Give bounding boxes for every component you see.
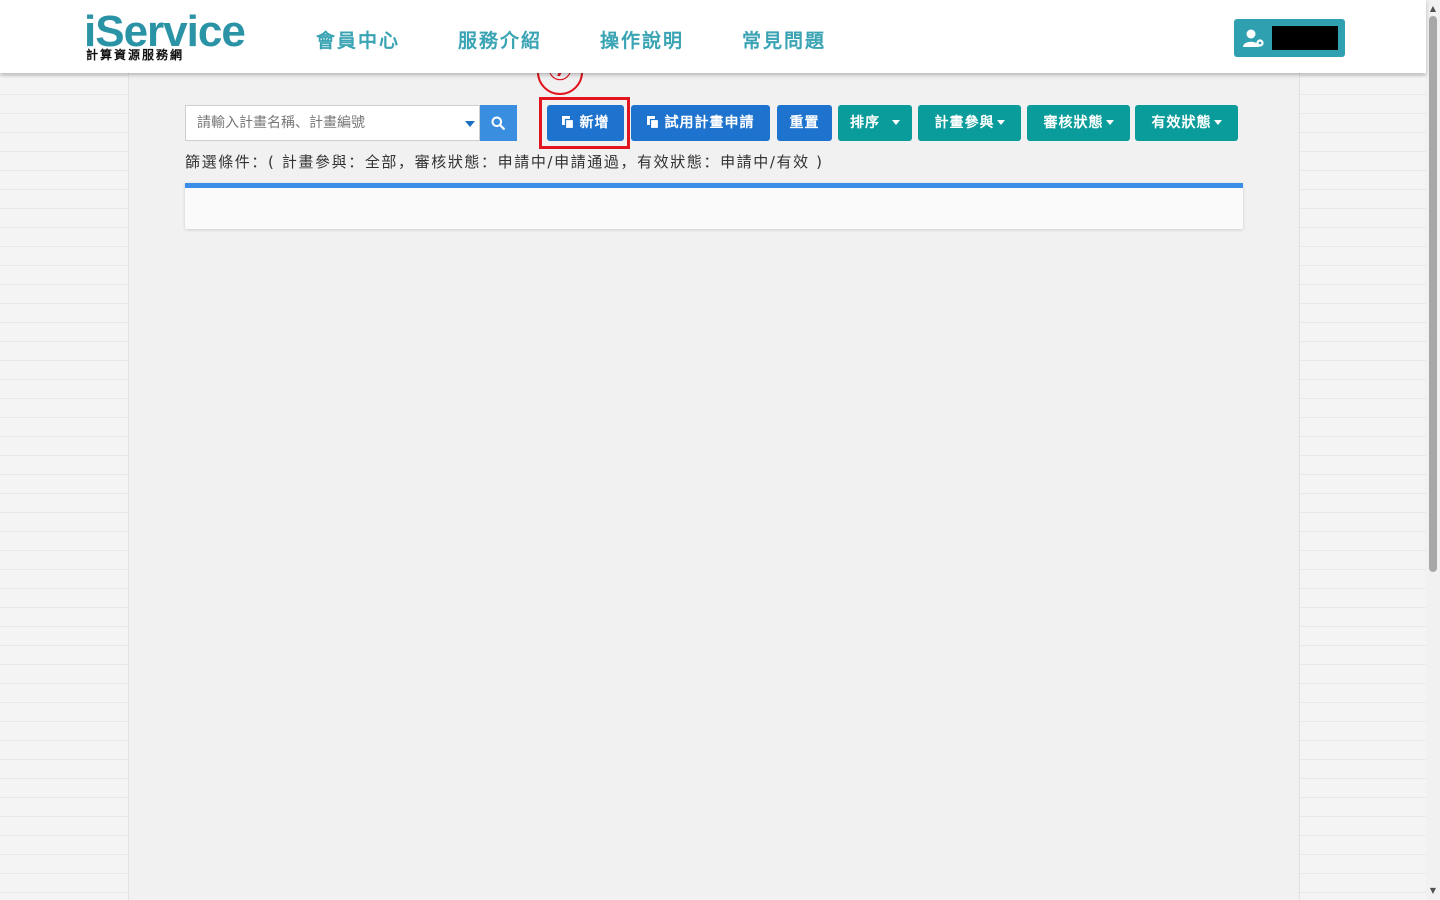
caret-down-icon	[1105, 120, 1114, 125]
caret-down-icon	[1213, 120, 1222, 125]
participation-dropdown[interactable]: 計畫參與	[918, 105, 1021, 141]
nav-member-center[interactable]: 會員中心	[316, 28, 400, 54]
trial-button-label: 試用計畫申請	[664, 115, 755, 131]
user-account-button[interactable]	[1234, 19, 1345, 57]
iservice-logo[interactable]: iService 計算資源服務網	[84, 8, 254, 66]
top-header: iService 計算資源服務網 會員中心 服務介紹 操作說明 常見問題	[0, 0, 1426, 73]
sort-dropdown[interactable]: 排序	[838, 105, 912, 141]
nav-service-intro[interactable]: 服務介紹	[458, 28, 542, 54]
sort-label: 排序	[850, 115, 880, 131]
search-icon	[491, 116, 505, 130]
review-status-label: 審核狀態	[1043, 115, 1104, 131]
user-name-redacted	[1272, 26, 1338, 50]
nav-instructions[interactable]: 操作說明	[600, 28, 684, 54]
reset-button[interactable]: 重置	[777, 105, 832, 141]
valid-status-dropdown[interactable]: 有效狀態	[1135, 105, 1238, 141]
search-button[interactable]	[480, 105, 517, 141]
search-combobox[interactable]	[185, 105, 480, 141]
scroll-down-arrow-icon[interactable]: ▼	[1426, 884, 1440, 898]
logo-subtitle: 計算資源服務網	[86, 48, 185, 62]
scroll-up-arrow-icon[interactable]: ▲	[1426, 2, 1440, 16]
reset-button-label: 重置	[789, 115, 820, 131]
user-cog-icon	[1243, 29, 1264, 47]
dropdown-caret-icon[interactable]	[465, 121, 475, 127]
participation-label: 計畫參與	[934, 115, 995, 131]
step-highlight-box	[539, 97, 630, 149]
main-nav: 會員中心 服務介紹 操作說明 常見問題	[316, 28, 884, 54]
copy-icon	[646, 116, 659, 129]
caret-down-icon	[892, 120, 900, 125]
nav-faq[interactable]: 常見問題	[742, 28, 826, 54]
main-content: 新增 試用計畫申請 重置 排序 計畫參與 審核狀態 有效狀態 ⑦ 篩選條件：( …	[128, 49, 1300, 900]
trial-application-button[interactable]: 試用計畫申請	[631, 105, 770, 141]
search-input[interactable]	[186, 106, 456, 140]
filter-conditions: 篩選條件：( 計畫參與：全部，審核狀態：申請中/申請通過，有效狀態：申請中/有效…	[185, 153, 824, 171]
caret-down-icon	[996, 120, 1005, 125]
vertical-scrollbar[interactable]: ▲ ▼	[1426, 0, 1440, 900]
results-panel	[185, 183, 1243, 229]
scroll-thumb[interactable]	[1429, 16, 1437, 572]
valid-status-label: 有效狀態	[1151, 115, 1212, 131]
review-status-dropdown[interactable]: 審核狀態	[1027, 105, 1130, 141]
